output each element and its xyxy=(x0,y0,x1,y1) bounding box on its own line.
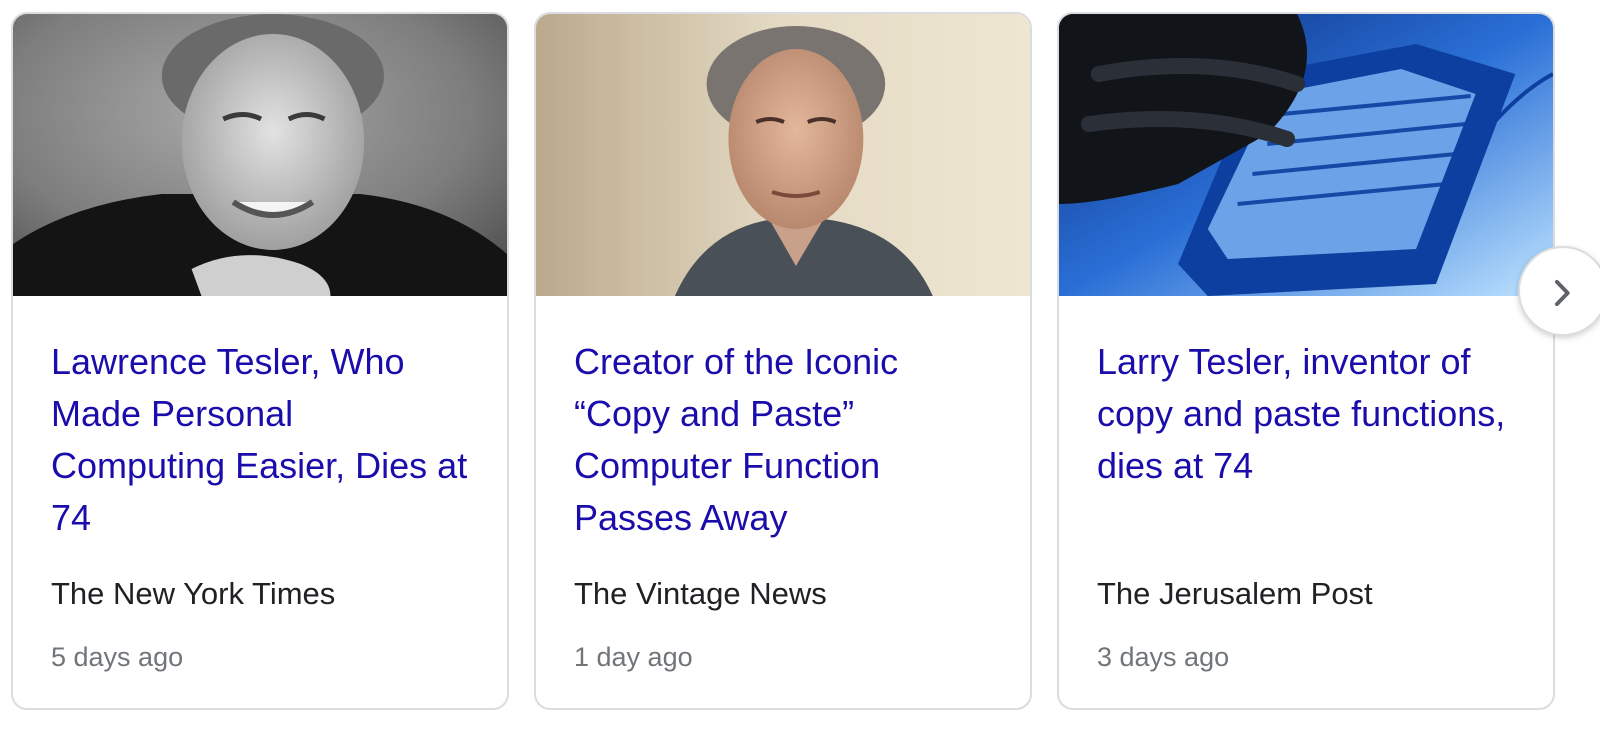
portrait-photo-icon xyxy=(13,14,507,296)
news-age: 1 day ago xyxy=(574,642,693,672)
news-age: 3 days ago xyxy=(1097,642,1230,672)
news-headline[interactable]: Lawrence Tesler, Who Made Personal Compu… xyxy=(51,336,471,544)
news-carousel: Lawrence Tesler, Who Made Personal Compu… xyxy=(0,0,1600,733)
news-source: The New York Times xyxy=(51,576,336,611)
keyboard-photo-icon xyxy=(1059,14,1553,296)
news-headline[interactable]: Larry Tesler, inventor of copy and paste… xyxy=(1097,336,1517,492)
portrait-photo-icon xyxy=(536,14,1030,296)
carousel-next-button[interactable] xyxy=(1518,246,1600,336)
news-headline[interactable]: Creator of the Iconic “Copy and Paste” C… xyxy=(574,336,994,544)
news-thumbnail-2[interactable] xyxy=(536,14,1030,296)
news-source: The Vintage News xyxy=(574,576,827,611)
news-card-2[interactable]: Creator of the Iconic “Copy and Paste” C… xyxy=(534,12,1032,710)
news-thumbnail-3[interactable] xyxy=(1059,14,1553,296)
news-thumbnail-1[interactable] xyxy=(13,14,507,296)
chevron-right-icon xyxy=(1554,279,1570,307)
news-source: The Jerusalem Post xyxy=(1097,576,1373,611)
news-card-1[interactable]: Lawrence Tesler, Who Made Personal Compu… xyxy=(11,12,509,710)
news-card-3[interactable]: Larry Tesler, inventor of copy and paste… xyxy=(1057,12,1555,710)
news-age: 5 days ago xyxy=(51,642,184,672)
